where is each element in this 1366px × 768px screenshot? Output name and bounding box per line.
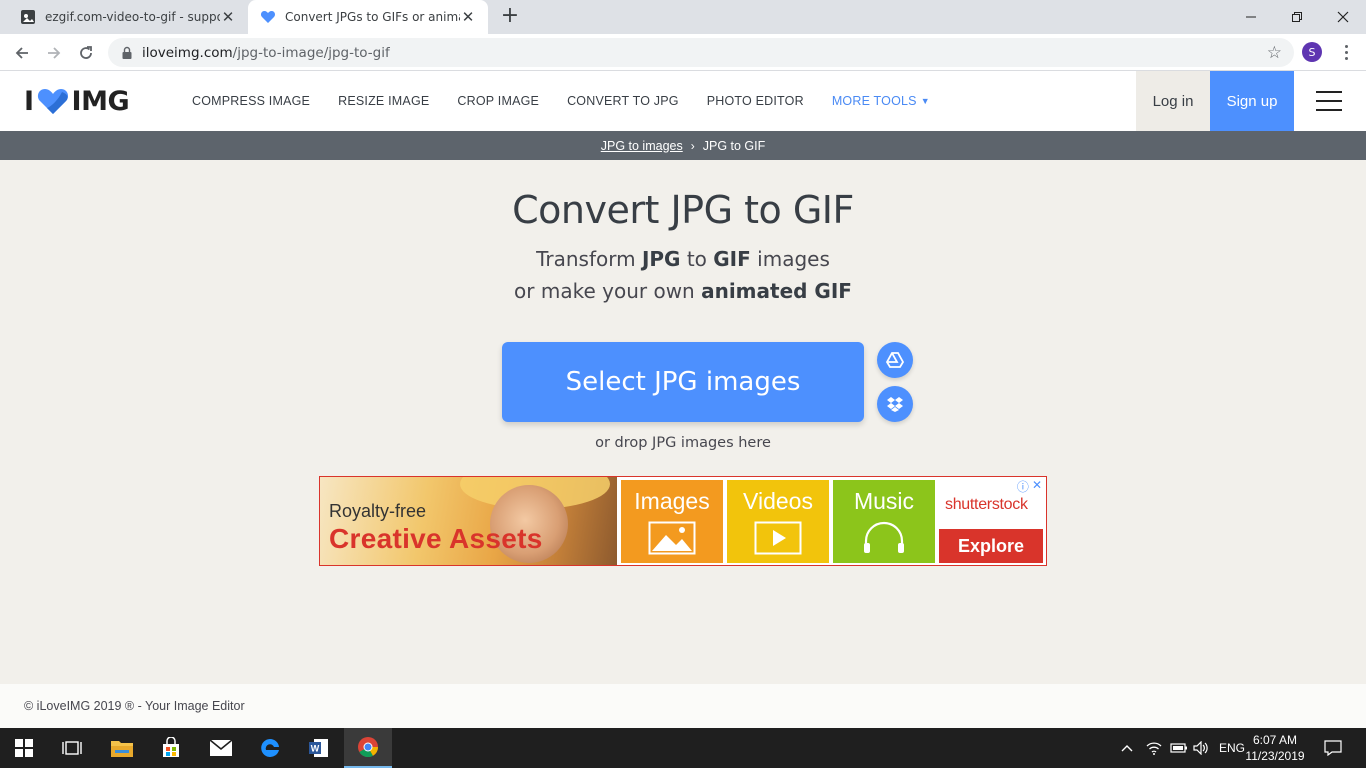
image-icon [648, 521, 696, 555]
restore-icon[interactable] [1274, 0, 1320, 34]
page-title: Convert JPG to GIF [512, 188, 854, 232]
google-drive-button[interactable] [877, 342, 913, 378]
minimize-icon[interactable] [1228, 0, 1274, 34]
windows-taskbar: W ENG 6:07 AM 11/23/2019 [0, 728, 1366, 768]
hamburger-menu-icon[interactable] [1316, 91, 1342, 111]
windows-start-icon[interactable] [0, 728, 48, 768]
chevron-right-icon: › [690, 138, 695, 153]
ad-explore-button[interactable]: Explore [939, 529, 1043, 563]
headphones-icon [864, 521, 904, 553]
show-hidden-icons-icon[interactable] [1120, 728, 1138, 768]
site-header: I IMG COMPRESS IMAGE RESIZE IMAGE CROP I… [0, 71, 1366, 131]
nav-more-tools[interactable]: MORE TOOLS ▼ [832, 94, 930, 108]
browser-menu-icon[interactable] [1336, 42, 1356, 62]
ad-tile-videos[interactable]: Videos [727, 480, 829, 563]
iloveimg-logo[interactable]: I IMG [24, 85, 130, 117]
address-bar[interactable]: iloveimg.com/jpg-to-image/jpg-to-gif ☆ [108, 38, 1294, 67]
ad-tile-music[interactable]: Music [833, 480, 935, 563]
system-clock[interactable]: 6:07 AM 11/23/2019 [1244, 732, 1306, 764]
language-indicator[interactable]: ENG [1219, 728, 1245, 768]
lock-icon [122, 46, 132, 59]
breadcrumb: JPG to images › JPG to GIF [0, 131, 1366, 160]
ezgif-favicon-icon [20, 9, 36, 25]
notifications-icon[interactable] [1324, 728, 1344, 768]
close-tab-icon[interactable]: ✕ [220, 8, 236, 26]
volume-icon[interactable] [1193, 728, 1211, 768]
nav-resize-image[interactable]: RESIZE IMAGE [338, 94, 429, 108]
word-icon[interactable]: W [295, 728, 343, 768]
ad-banner[interactable]: Royalty-free Creative Assets Images Vide… [319, 476, 1047, 566]
info-icon[interactable]: ⓘ [1017, 478, 1029, 495]
bookmark-star-icon[interactable]: ☆ [1267, 43, 1282, 63]
file-explorer-icon[interactable] [98, 728, 146, 768]
chrome-icon[interactable] [344, 728, 392, 768]
forward-arrow-icon[interactable] [41, 40, 67, 66]
browser-tab-ezgif[interactable]: ezgif.com-video-to-gif - support ✕ [8, 0, 248, 34]
close-window-icon[interactable] [1320, 0, 1366, 34]
svg-text:W: W [311, 744, 320, 754]
new-tab-icon[interactable]: + [498, 5, 522, 29]
ad-tagline: Royalty-free [329, 501, 427, 521]
breadcrumb-link-jpg-to-images[interactable]: JPG to images [601, 139, 683, 153]
heart-favicon-icon [260, 9, 276, 25]
ad-tile-images[interactable]: Images [621, 480, 723, 563]
back-arrow-icon[interactable] [9, 40, 35, 66]
nav-convert-to-jpg[interactable]: CONVERT TO JPG [567, 94, 679, 108]
browser-tab-title: ezgif.com-video-to-gif - support [45, 10, 220, 24]
footer-copyright: © iLoveIMG 2019 ® - Your Image Editor [24, 699, 245, 713]
browser-toolbar: iloveimg.com/jpg-to-image/jpg-to-gif ☆ S [0, 34, 1366, 71]
page-subtitle: Transform JPG to GIF images or make your… [514, 247, 852, 303]
browser-tab-iloveimg[interactable]: Convert JPGs to GIFs or animated ✕ [248, 0, 488, 34]
profile-avatar[interactable]: S [1302, 42, 1322, 62]
heart-logo-icon [37, 89, 68, 114]
url-text: iloveimg.com/jpg-to-image/jpg-to-gif [142, 44, 390, 61]
caret-down-icon: ▼ [920, 96, 930, 106]
signup-button[interactable]: Sign up [1210, 71, 1294, 131]
adchoices[interactable]: ⓘ ✕ [1017, 478, 1042, 495]
battery-icon[interactable] [1170, 728, 1190, 768]
close-ad-icon[interactable]: ✕ [1032, 478, 1042, 495]
nav-compress-image[interactable]: COMPRESS IMAGE [192, 94, 310, 108]
login-button[interactable]: Log in [1136, 71, 1210, 131]
close-tab-icon[interactable]: ✕ [460, 8, 476, 26]
browser-tab-title: Convert JPGs to GIFs or animated [285, 10, 460, 24]
ad-headline: Creative Assets [329, 523, 543, 554]
google-drive-icon [886, 352, 904, 368]
mail-icon[interactable] [197, 728, 245, 768]
browser-tab-strip: ezgif.com-video-to-gif - support ✕ Conve… [0, 0, 1366, 34]
reload-icon[interactable] [73, 40, 99, 66]
nav-photo-editor[interactable]: PHOTO EDITOR [707, 94, 804, 108]
dropbox-button[interactable] [877, 386, 913, 422]
task-view-icon[interactable] [48, 728, 96, 768]
play-icon [754, 521, 802, 555]
select-images-button[interactable]: Select JPG images [502, 342, 864, 422]
wifi-icon[interactable] [1146, 728, 1166, 768]
dropbox-icon [887, 397, 903, 412]
ad-brand-name: shutterstock [945, 496, 1028, 513]
ad-photo: Royalty-free Creative Assets [320, 477, 617, 565]
page-footer: © iLoveIMG 2019 ® - Your Image Editor [0, 684, 1366, 728]
microsoft-store-icon[interactable] [147, 728, 195, 768]
main-nav: COMPRESS IMAGE RESIZE IMAGE CROP IMAGE C… [192, 71, 958, 131]
breadcrumb-current: JPG to GIF [702, 138, 766, 153]
drop-hint: or drop JPG images here [595, 435, 771, 451]
nav-crop-image[interactable]: CROP IMAGE [457, 94, 539, 108]
edge-browser-icon[interactable] [246, 728, 294, 768]
